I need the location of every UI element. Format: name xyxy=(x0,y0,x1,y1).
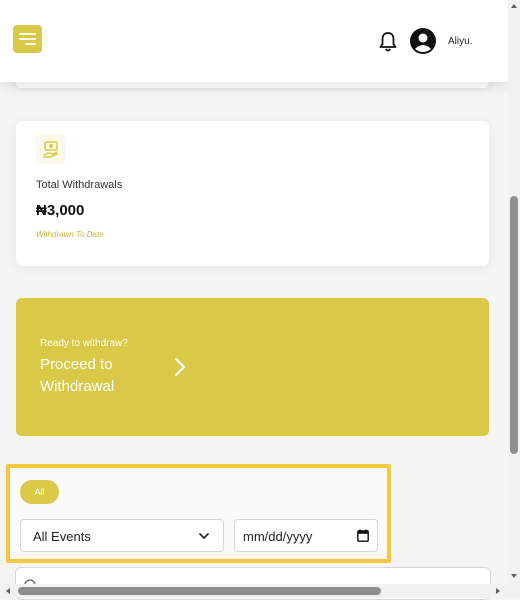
filter-pill-all[interactable]: All xyxy=(20,480,59,504)
date-placeholder: mm/dd/yyyy xyxy=(243,529,313,544)
event-select[interactable]: All Events xyxy=(20,519,224,552)
card-title: Total Withdrawals xyxy=(36,179,123,191)
date-input[interactable]: mm/dd/yyyy xyxy=(234,519,378,552)
horizontal-scrollbar-thumb[interactable] xyxy=(18,587,381,595)
cta-small-text: Ready to withdraw? xyxy=(40,338,128,349)
scroll-left-arrow-icon[interactable] xyxy=(4,587,12,595)
scroll-right-arrow-icon[interactable] xyxy=(494,587,502,595)
event-select-value: All Events xyxy=(33,529,91,544)
top-header: Aliyu. xyxy=(0,0,508,82)
card-icon-container xyxy=(36,134,66,164)
chevron-down-icon xyxy=(199,533,209,539)
user-avatar-icon[interactable] xyxy=(410,28,436,54)
money-hand-icon xyxy=(43,141,58,158)
vertical-scrollbar-thumb[interactable] xyxy=(510,196,518,454)
menu-icon-bar xyxy=(25,43,36,45)
user-name[interactable]: Aliyu. xyxy=(448,36,472,47)
chevron-right-icon xyxy=(174,357,186,377)
total-withdrawals-card: Total Withdrawals ₦3,000 Withdrawn To Da… xyxy=(16,121,489,266)
menu-button[interactable] xyxy=(13,25,42,53)
menu-icon-bar xyxy=(19,33,36,35)
filter-panel: All All Events mm/dd/yyyy xyxy=(6,464,391,563)
scroll-down-arrow-icon[interactable] xyxy=(510,572,518,580)
scroll-up-arrow-icon[interactable] xyxy=(510,2,518,10)
card-subtitle: Withdrawn To Date xyxy=(36,230,104,239)
calendar-icon[interactable] xyxy=(357,529,369,542)
cta-big-text: Proceed to Withdrawal xyxy=(40,356,115,395)
bell-icon[interactable] xyxy=(378,31,398,53)
menu-icon-bar xyxy=(19,38,36,40)
card-amount: ₦3,000 xyxy=(36,202,85,219)
proceed-to-withdrawal-button[interactable]: Ready to withdraw? Proceed to Withdrawal xyxy=(16,298,489,436)
